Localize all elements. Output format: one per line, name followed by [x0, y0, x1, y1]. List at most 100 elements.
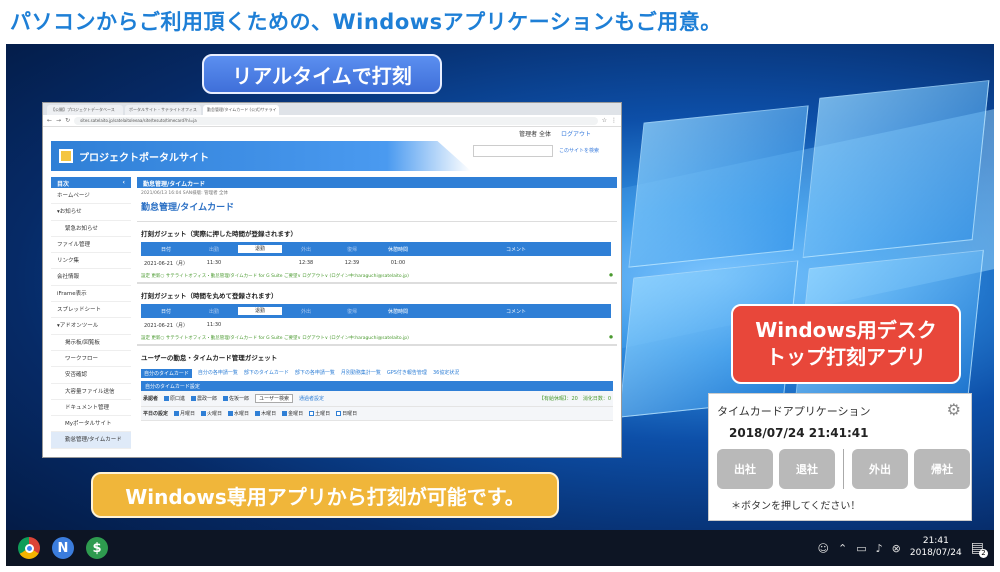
- system-tray: ☺ ⌃ ▭ ♪ ⊗ 21:41 2018/07/24 ▤ 2: [818, 530, 988, 566]
- back-icon[interactable]: ←: [47, 117, 52, 124]
- sidebar-item[interactable]: ▾アドオンツール: [51, 318, 131, 335]
- site-logo-icon: [59, 149, 73, 163]
- sidebar-item-timecard[interactable]: 勤怠管理/タイムカード: [51, 432, 131, 449]
- collapse-icon[interactable]: ‹: [123, 179, 125, 186]
- site-header: プロジェクトポータルサイト: [51, 141, 471, 171]
- return-button[interactable]: 帰社: [914, 449, 970, 489]
- browser-tab[interactable]: ポータルサイト - サテライトオフィス: [125, 105, 201, 115]
- sidebar-item[interactable]: リンク集: [51, 253, 131, 270]
- clock-in-button[interactable]: 出社: [717, 449, 773, 489]
- taskbar-clock[interactable]: 21:41 2018/07/24: [910, 536, 962, 559]
- sidebar-item[interactable]: 安否確認: [51, 367, 131, 384]
- tab-my-timecard[interactable]: 自分のタイムカード: [141, 369, 192, 378]
- sidebar-item[interactable]: 緊急お知らせ: [51, 221, 131, 237]
- sidebar-item[interactable]: ホームページ: [51, 188, 131, 205]
- weekday-row: 平日の設定 月曜日 火曜日 水曜日 木曜日 金曜日 土曜日 日曜日: [141, 407, 613, 421]
- timecard-app-title: タイムカードアプリケーション: [717, 405, 871, 418]
- tab[interactable]: 部下の各申請一覧: [295, 369, 335, 378]
- punch-table-1: 日付 出勤 退勤 外出 復帰 休憩時間 コメント 2021-06-21（月） 1…: [141, 242, 611, 270]
- site-search-input[interactable]: [473, 145, 553, 157]
- sidebar-item[interactable]: 掲示板/回覧板: [51, 335, 131, 351]
- table-row: 2021-06-21（月） 11:30: [143, 322, 222, 329]
- gadget-footer: 設定 更新○ サテライトオフィス・勤怠管理/タイムカード for G Suite…: [137, 332, 617, 345]
- refresh-icon[interactable]: ●: [609, 335, 613, 341]
- callout-windows-only: Windows専用アプリから打刻が可能です。: [91, 472, 559, 518]
- address-bar[interactable]: sites.satelaito.jp/satelaitoleeaa/site/t…: [74, 116, 598, 125]
- user-label: 管理者 全体: [519, 130, 551, 138]
- divider: [843, 449, 844, 489]
- timecard-note: ＊ボタンを押してください！: [731, 501, 861, 512]
- approver-row: 承認者 原口進 農政一郎 佐坂一郎 ユーザー検索 通過者設定 【有給休暇】：20…: [141, 391, 613, 407]
- tab[interactable]: GPS付き報告管理: [387, 369, 427, 378]
- browser-tab-active[interactable]: 勤怠管理/タイムカード (公式)サテライ: [203, 105, 279, 115]
- logout-link[interactable]: ログアウト: [561, 129, 591, 138]
- volume-icon[interactable]: ♪: [876, 542, 883, 555]
- main-content: 勤怠管理/タイムカード 2021/06/13 16:04 SAN様版: 管理者 …: [137, 177, 617, 457]
- sidebar-item[interactable]: ▾お知らせ: [51, 204, 131, 221]
- chrome-icon[interactable]: [18, 537, 40, 559]
- gadget1-title: 打刻ガジェット（実際に押した時間が登録されます）: [137, 221, 617, 242]
- tab[interactable]: 自分の各申請一覧: [198, 369, 238, 378]
- user-bar: 管理者 全体 ログアウト: [43, 127, 621, 139]
- sidebar-item[interactable]: 会社情報: [51, 269, 131, 286]
- network-icon[interactable]: ▭: [856, 542, 866, 555]
- sidebar-item[interactable]: Myポータルサイト: [51, 416, 131, 433]
- content-head: 勤怠管理/タイムカード: [137, 177, 617, 188]
- gadget2-title: 打刻ガジェット（時間を丸めて登録されます）: [137, 283, 617, 304]
- pass-setting-link[interactable]: 通過者設定: [299, 395, 324, 402]
- clock-out-button[interactable]: 退社: [779, 449, 835, 489]
- refresh-icon[interactable]: ●: [609, 273, 613, 279]
- windows-desktop: 【公開】プロジェクトデータベース ポータルサイト - サテライトオフィス 勤怠管…: [6, 44, 994, 566]
- browser-toolbar: ← → ↻ sites.satelaito.jp/satelaitoleeaa/…: [43, 115, 621, 127]
- punch-table-2: 日付 出勤 退勤 外出 復帰 休憩時間 コメント 2021-06-21（月） 1…: [141, 304, 611, 332]
- timecard-datetime: 2018/07/24 21:41:41: [729, 426, 869, 440]
- tab[interactable]: 部下のタイムカード: [244, 369, 289, 378]
- sidebar: 目次 ‹ ホームページ ▾お知らせ 緊急お知らせ ファイル管理 リンク集 会社情報…: [51, 177, 131, 457]
- sidebar-item[interactable]: 大容量ファイル送信: [51, 384, 131, 400]
- clock-in-button[interactable]: 出勤: [191, 246, 237, 253]
- taskbar: N $ ☺ ⌃ ▭ ♪ ⊗ 21:41 2018/07/24 ▤ 2: [6, 530, 994, 566]
- sidebar-item[interactable]: iFrame表示: [51, 286, 131, 303]
- app-dollar-icon[interactable]: $: [86, 537, 108, 559]
- people-icon[interactable]: ☺: [818, 542, 829, 555]
- tab[interactable]: 月別勤務集計一覧: [341, 369, 381, 378]
- content-meta: 2021/06/13 16:04 SAN様版: 管理者 全体: [141, 191, 229, 196]
- table-header-row: 日付 出勤 退勤 外出 復帰 休憩時間 コメント: [141, 304, 611, 318]
- menu-icon[interactable]: ⋮: [611, 117, 617, 124]
- clock-out-button[interactable]: 退勤: [237, 244, 283, 254]
- forward-icon[interactable]: →: [56, 117, 61, 124]
- user-gadget-title: ユーザーの勤怠・タイムカード管理ガジェット: [137, 345, 617, 366]
- content-title: 勤怠管理/タイムカード: [141, 203, 235, 213]
- sidebar-head: 目次 ‹: [51, 177, 131, 188]
- user-search-button[interactable]: ユーザー検索: [255, 394, 293, 403]
- browser-tabbar: 【公開】プロジェクトデータベース ポータルサイト - サテライトオフィス 勤怠管…: [43, 103, 621, 115]
- go-out-button[interactable]: 外出: [852, 449, 908, 489]
- return-button[interactable]: 復帰: [329, 246, 375, 253]
- sidebar-item[interactable]: ワークフロー: [51, 351, 131, 368]
- tab[interactable]: 36協定状況: [433, 369, 459, 378]
- browser-window: 【公開】プロジェクトデータベース ポータルサイト - サテライトオフィス 勤怠管…: [42, 102, 622, 458]
- sidebar-item[interactable]: スプレッドシート: [51, 302, 131, 319]
- sidebar-item[interactable]: ファイル管理: [51, 237, 131, 254]
- close-circle-icon[interactable]: ⊗: [892, 542, 901, 555]
- reload-icon[interactable]: ↻: [65, 117, 70, 124]
- user-gadget-bar: 自分のタイムカード設定: [141, 381, 613, 391]
- go-out-button[interactable]: 外出: [283, 246, 329, 253]
- chevron-up-icon[interactable]: ⌃: [838, 542, 847, 555]
- gear-icon[interactable]: ⚙: [947, 400, 961, 419]
- sidebar-item[interactable]: ドキュメント管理: [51, 400, 131, 417]
- site-search-select[interactable]: このサイトを検索: [559, 147, 599, 154]
- timecard-buttons: 出社 退社 外出 帰社: [717, 449, 970, 489]
- notification-icon[interactable]: ▤ 2: [971, 540, 988, 558]
- page-headline: パソコンからご利用頂くための、Windowsアプリケーションもご用意。: [10, 10, 722, 34]
- app-n-icon[interactable]: N: [52, 537, 74, 559]
- timecard-app-window: タイムカードアプリケーション ⚙ 2018/07/24 21:41:41 出社 …: [708, 393, 972, 521]
- site-title: プロジェクトポータルサイト: [79, 152, 209, 164]
- table-row: 2021-06-21（月） 11:30 12:38 12:39 01:00: [143, 260, 406, 267]
- gadget-footer: 設定 更新○ サテライトオフィス・勤怠管理/タイムカード for G Suite…: [137, 270, 617, 283]
- table-header-row: 日付 出勤 退勤 外出 復帰 休憩時間 コメント: [141, 242, 611, 256]
- browser-tab[interactable]: 【公開】プロジェクトデータベース: [47, 105, 123, 115]
- user-gadget-tabs: 自分のタイムカード 自分の各申請一覧 部下のタイムカード 部下の各申請一覧 月別…: [141, 369, 613, 378]
- star-icon[interactable]: ☆: [602, 117, 607, 124]
- callout-realtime: リアルタイムで打刻: [202, 54, 442, 94]
